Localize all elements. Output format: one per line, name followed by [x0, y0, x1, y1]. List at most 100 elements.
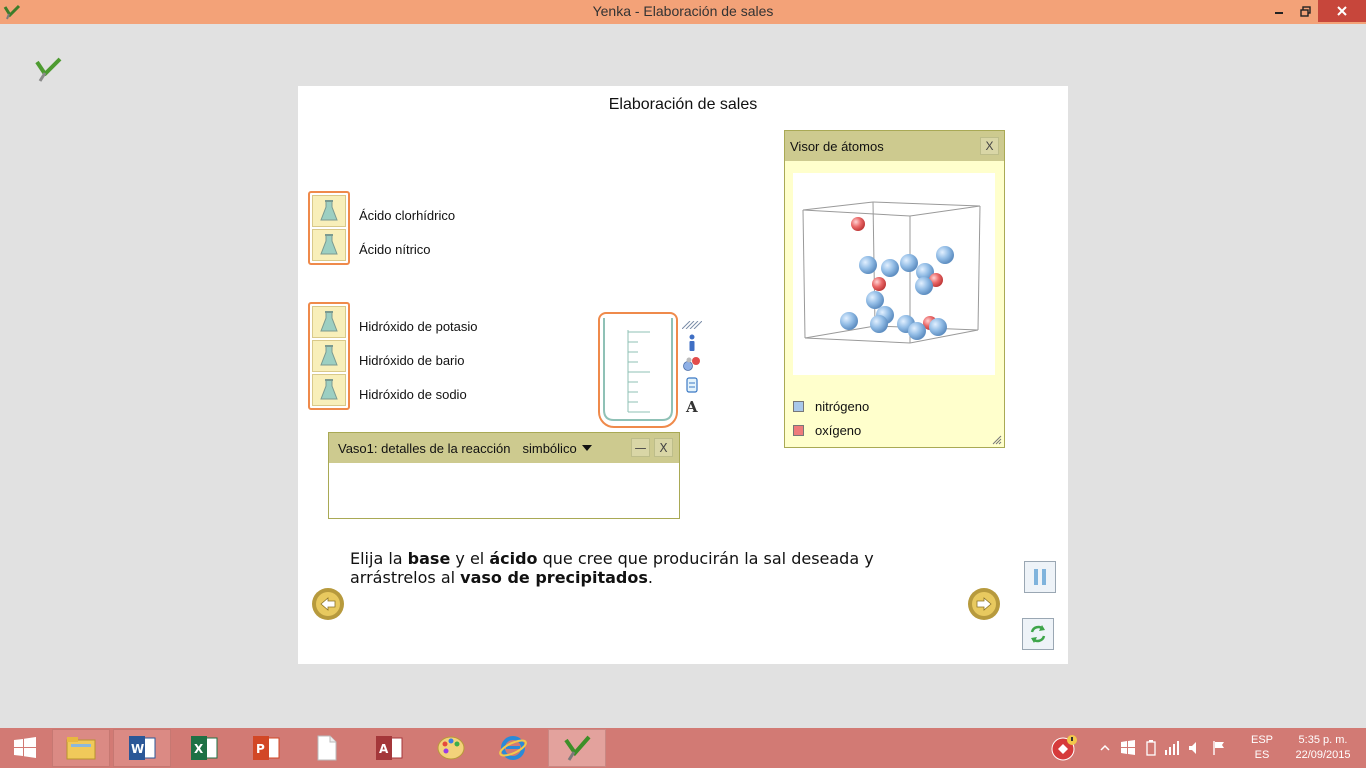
reaction-mode-value: simbólico [522, 440, 577, 456]
base-koh-flask[interactable] [312, 306, 346, 338]
beaker-toolbar: A [681, 314, 704, 414]
reaction-mode-dropdown[interactable]: simbólico [522, 440, 592, 456]
taskbar-internet-explorer[interactable] [484, 729, 542, 767]
flask-icon [320, 311, 338, 332]
oxygen-swatch [793, 425, 804, 436]
atom-viewer-panel: Visor de átomos X nitrógeno oxígeno [784, 130, 1005, 448]
legend-label: oxígeno [815, 423, 862, 438]
text-button[interactable]: A [682, 396, 702, 416]
yenka-logo-icon[interactable] [33, 54, 63, 84]
action-center-icon[interactable] [1120, 740, 1136, 756]
folder-icon [66, 737, 96, 760]
taskbar-powerpoint[interactable]: P [237, 729, 295, 767]
network-icon[interactable] [1164, 740, 1180, 756]
acid-hcl-flask[interactable] [312, 195, 346, 227]
chevron-up-icon[interactable] [1100, 743, 1110, 753]
acid-label: Ácido clorhídrico [359, 208, 456, 223]
powerpoint-icon: P [253, 736, 280, 760]
taskbar-excel[interactable]: X [175, 729, 233, 767]
input-language-indicator[interactable]: ESP ES [1244, 733, 1280, 763]
pause-icon [1034, 569, 1046, 585]
atom-viewer-title: Visor de átomos [790, 138, 884, 154]
activity-stage: Elaboración de sales Ácido clorhídrico Á… [298, 86, 1068, 664]
pause-button[interactable] [1024, 561, 1056, 593]
arrow-left-icon [320, 597, 336, 611]
chevron-down-icon [581, 445, 592, 451]
legend-item-oxygen: oxígeno [793, 423, 861, 438]
taskbar-notification-app[interactable] [1036, 729, 1092, 767]
acid-hno3-flask[interactable] [312, 229, 346, 261]
base-baoh2-flask[interactable] [312, 340, 346, 372]
reset-button[interactable] [1022, 618, 1054, 650]
clock-time: 5:35 p. m. [1298, 734, 1348, 746]
previous-button[interactable] [312, 588, 344, 620]
taskbar-document[interactable] [298, 729, 356, 767]
taskbar-yenka[interactable] [548, 729, 606, 767]
instruction-part: y el [450, 549, 490, 568]
svg-text:W: W [131, 742, 144, 756]
flask-icon [320, 345, 338, 366]
instruction-part: . [647, 568, 653, 587]
restore-button[interactable] [1292, 0, 1318, 22]
beaker-drop-target[interactable] [598, 312, 678, 428]
instruction-bold: vaso de precipitados [460, 568, 648, 587]
atoms-icon [683, 357, 700, 371]
keyboard-layout: ES [1254, 749, 1270, 761]
taskbar-clock[interactable]: 5:35 p. m. 22/09/2015 [1282, 733, 1364, 763]
legend-label: nitrógeno [815, 399, 870, 414]
instruction-bold: ácido [489, 549, 538, 568]
minimize-button[interactable] [1266, 0, 1292, 22]
beaker-icon [603, 318, 673, 421]
instruction-text: Elija la base y el ácido que cree que pr… [350, 549, 910, 587]
reaction-minimize-button[interactable]: — [631, 438, 650, 457]
taskbar-paint[interactable] [422, 729, 480, 767]
taskbar-file-explorer[interactable] [52, 729, 110, 767]
base-label: Hidróxido de bario [359, 353, 465, 368]
system-tray [1100, 728, 1226, 768]
acid-group [308, 191, 350, 265]
atom-viewer-canvas[interactable] [793, 173, 995, 375]
instruction-bold: base [407, 549, 451, 568]
window-title: Yenka - Elaboración de sales [592, 3, 774, 19]
nitrogen-swatch [793, 401, 804, 412]
arrow-right-icon [976, 597, 992, 611]
base-label: Hidróxido de potasio [359, 319, 478, 334]
info-icon [689, 334, 695, 351]
taskbar-access[interactable]: A [360, 729, 418, 767]
close-button[interactable] [1318, 0, 1366, 22]
flask-icon [320, 234, 338, 255]
toolbar-grip-icon [681, 320, 703, 330]
reaction-details-panel: Vaso1: detalles de la reacción simbólico… [328, 432, 680, 519]
beaker-view-button[interactable] [682, 375, 702, 395]
resize-grip-icon[interactable] [992, 435, 1002, 445]
svg-text:X: X [194, 742, 204, 756]
atom-viewer-close-button[interactable]: X [980, 137, 999, 155]
legend-item-nitrogen: nitrógeno [793, 399, 869, 414]
minimize-icon [1275, 12, 1283, 14]
reaction-panel-header: Vaso1: detalles de la reacción simbólico [329, 433, 679, 463]
instruction-part: Elija la [350, 549, 408, 568]
flag-icon[interactable] [1212, 740, 1226, 756]
next-button[interactable] [968, 588, 1000, 620]
start-button[interactable] [0, 729, 50, 767]
reaction-close-button[interactable]: X [654, 438, 673, 457]
acid-label: Ácido nítrico [359, 242, 431, 257]
language-code: ESP [1250, 734, 1273, 746]
flask-icon [320, 200, 338, 221]
taskbar-word[interactable]: W [113, 729, 171, 767]
excel-icon: X [191, 736, 218, 760]
beaker-small-icon [686, 377, 698, 393]
volume-icon[interactable] [1188, 740, 1202, 756]
battery-icon[interactable] [1146, 740, 1156, 756]
clock-date: 22/09/2015 [1295, 749, 1351, 761]
windows-start-icon [14, 737, 36, 758]
base-naoh-flask[interactable] [312, 374, 346, 406]
atom-viewer-header: Visor de átomos X [785, 131, 1004, 161]
text-icon: A [685, 398, 698, 414]
security-alert-icon [1051, 735, 1077, 761]
atoms-button[interactable] [682, 354, 702, 374]
info-button[interactable] [682, 333, 702, 353]
taskbar: W X P A ESP ES 5:35 p. m. 22/09/2015 [0, 728, 1366, 768]
yenka-icon [564, 735, 591, 761]
window-titlebar: Yenka - Elaboración de sales [0, 0, 1366, 24]
